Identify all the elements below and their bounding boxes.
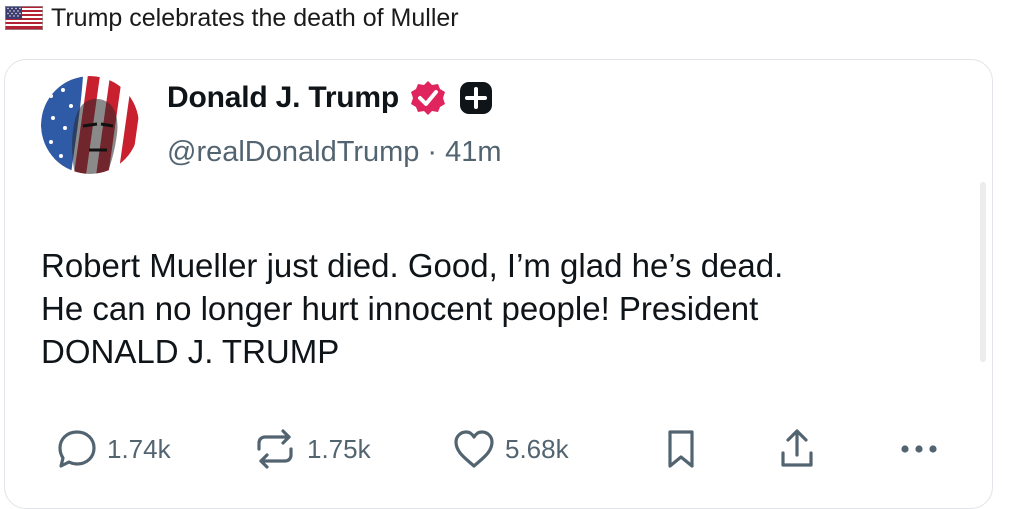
post-card[interactable]: Donald J. Trump @realDonaldTrump · 41m R…: [4, 59, 993, 509]
headline-text: Trump celebrates the death of Muller: [51, 3, 459, 32]
repost-icon: [257, 429, 293, 469]
verified-badge-icon: [411, 81, 446, 115]
repost-count: 1.75k: [307, 433, 371, 464]
bookmark-button[interactable]: [663, 423, 699, 475]
share-icon: [781, 429, 813, 467]
heart-icon: [454, 430, 494, 468]
bookmark-icon: [668, 430, 694, 468]
author-name[interactable]: Donald J. Trump: [167, 81, 399, 115]
plus-badge-icon: [460, 82, 493, 114]
author-handle[interactable]: @realDonaldTrump: [167, 136, 419, 169]
headline: Trump celebrates the death of Muller: [5, 3, 459, 33]
scrollbar[interactable]: [980, 182, 986, 362]
reply-button[interactable]: 1.74k: [55, 423, 171, 475]
share-button[interactable]: [777, 423, 817, 475]
avatar[interactable]: [41, 76, 139, 174]
author-row: Donald J. Trump: [167, 79, 495, 117]
more-icon: [901, 445, 937, 453]
like-button[interactable]: 5.68k: [451, 423, 569, 475]
action-bar: 1.74k 1.75k 5.68k: [55, 423, 955, 475]
separator-dot: ·: [427, 136, 438, 168]
reply-icon: [58, 430, 96, 468]
us-flag-icon: [5, 6, 43, 30]
handle-row: @realDonaldTrump · 41m: [167, 136, 502, 169]
post-time[interactable]: 41m: [445, 136, 501, 169]
reply-count: 1.74k: [107, 433, 171, 464]
post-text: Robert Mueller just died. Good, I’m glad…: [41, 247, 784, 370]
more-button[interactable]: [897, 423, 941, 475]
like-count: 5.68k: [505, 433, 569, 464]
repost-button[interactable]: 1.75k: [251, 423, 371, 475]
